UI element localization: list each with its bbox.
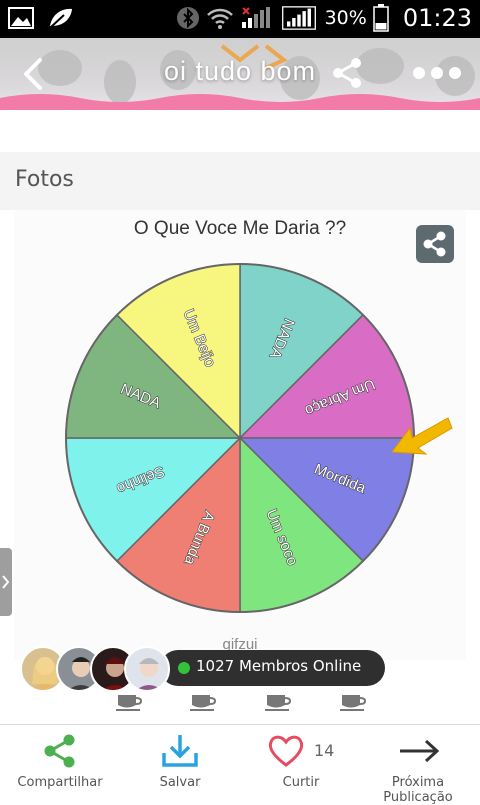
bluetooth-icon [176,7,199,29]
chevron-right-icon [2,575,10,589]
bottom-action-bar: Compartilhar Salvar Curtir 14 Próxima Pu… [0,725,480,805]
cup-icon [190,695,216,711]
wifi-icon [206,8,233,29]
image-title: O Que Voce Me Daria ?? [133,218,347,239]
side-drawer-handle[interactable] [0,548,12,616]
save-label: Salvar [159,775,201,790]
heart-icon [268,735,304,767]
cup-icon [116,695,142,711]
signal-sim1-icon [241,7,270,28]
gallery-icon [8,7,34,29]
header-pink-wave [0,94,480,110]
online-members-bar[interactable]: 1027 Membros Online [20,646,385,692]
share-icon [44,734,75,768]
battery-percent: 30% [324,7,367,29]
cup-icon [340,695,366,711]
like-button[interactable]: Curtir [262,725,340,800]
signal-sim2-icon [281,6,316,30]
section-title: Fotos [15,167,74,192]
next-post-button[interactable]: Próxima Publicação [356,725,480,805]
more-options-icon[interactable] [412,66,462,80]
save-button[interactable]: Salvar [140,725,220,800]
battery-icon [373,4,389,32]
clock: 01:23 [402,4,472,32]
arrow-right-icon [400,739,440,763]
post-image[interactable] [14,210,466,660]
avatar[interactable] [124,646,170,692]
cup-icon [265,695,291,711]
online-status-dot [178,662,190,674]
share-label: Compartilhar [17,775,103,790]
image-share-button[interactable] [416,225,454,263]
page-title: oi tudo bom [163,56,317,86]
online-members-count: 1027 Membros Online [196,657,362,675]
post-header: oi tudo bom [0,38,480,110]
section-header: Fotos [0,152,480,210]
like-label: Curtir [282,775,320,790]
status-bar: 30% 01:23 [0,0,480,38]
share-icon [423,231,446,257]
download-icon [162,735,198,767]
share-icon[interactable] [330,56,364,90]
like-count: 14 [314,741,335,760]
next-post-label: Próxima Publicação [383,775,453,805]
share-button[interactable]: Compartilhar [12,725,108,800]
leaf-icon [50,8,72,28]
